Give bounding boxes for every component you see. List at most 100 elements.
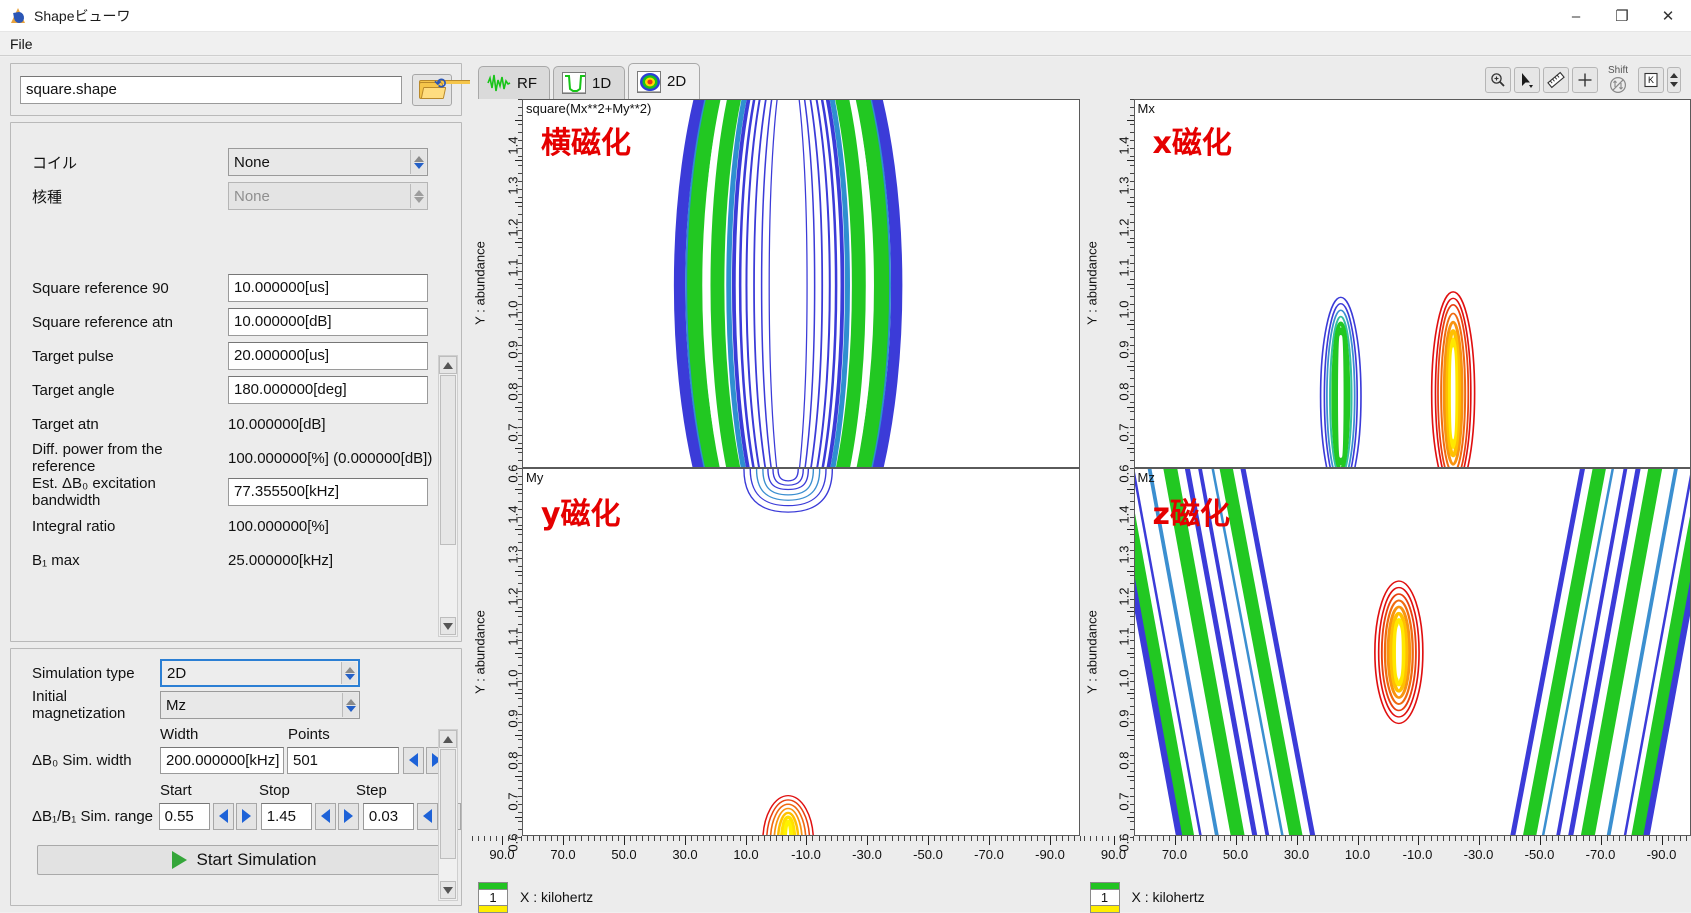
param-row-integral-ratio: Integral ratio 100.000000[%]: [11, 509, 461, 543]
ruler-icon: [1547, 71, 1565, 89]
x-tick-label: 30.0: [1284, 847, 1309, 862]
param-label: Target angle: [32, 382, 228, 399]
square-reference-atn-input[interactable]: 10.000000[dB]: [228, 308, 428, 336]
width-points-headers: Width Points: [11, 721, 461, 743]
menu-item-file[interactable]: File: [0, 34, 43, 54]
b1-step-decrement-button[interactable]: [417, 803, 438, 830]
maximize-button[interactable]: ❐: [1599, 0, 1645, 32]
y-tick-label: 1.1: [506, 259, 521, 277]
parameters-scrollbar[interactable]: [438, 355, 458, 637]
x-minor-tick: [740, 836, 741, 841]
spinner-arrows-icon[interactable]: [342, 693, 358, 717]
spinner-arrows-icon[interactable]: [410, 150, 426, 174]
plot-canvas-my[interactable]: My y磁化: [522, 468, 1080, 837]
y-tick-label: 1.1: [506, 627, 521, 645]
x-minor-tick: [995, 836, 996, 841]
plot-canvas-mz[interactable]: Mz z磁化: [1134, 468, 1691, 837]
scroll-down-button[interactable]: [440, 617, 456, 635]
b1-start-increment-button[interactable]: [236, 803, 257, 830]
x-tick: [928, 836, 929, 845]
tab-rf[interactable]: RF: [478, 66, 550, 99]
y-axis-title-mz: Y : abundance: [1084, 468, 1100, 837]
start-simulation-button[interactable]: Start Simulation: [37, 845, 451, 875]
x-tick: [746, 836, 747, 845]
x-minor-tick: [952, 836, 953, 841]
y-tick: [1127, 693, 1134, 694]
simulation-type-select[interactable]: 2D: [160, 659, 360, 687]
contour-level-spinner[interactable]: [1667, 67, 1681, 93]
page-indicator-bottom-bar: [1091, 905, 1119, 912]
x-minor-tick: [1279, 836, 1280, 841]
x-minor-tick: [1056, 836, 1057, 841]
x-minor-tick: [1504, 836, 1505, 841]
simulation-scrollbar[interactable]: [438, 729, 458, 901]
tab-1d[interactable]: 1D: [553, 66, 625, 99]
x-tick: [1236, 836, 1237, 845]
svg-text:K: K: [1648, 75, 1654, 85]
x-minor-tick: [1013, 836, 1014, 841]
b1-start-decrement-button[interactable]: [213, 803, 234, 830]
tab-2d[interactable]: 2D: [628, 63, 700, 99]
x-tick-label: 30.0: [672, 847, 697, 862]
scroll-down-button[interactable]: [440, 881, 456, 899]
x-minor-tick: [1467, 836, 1468, 841]
close-button[interactable]: ✕: [1645, 0, 1691, 32]
y-tick: [1127, 242, 1134, 243]
target-pulse-input[interactable]: 20.000000[us]: [228, 342, 428, 370]
b1-stop-input[interactable]: 1.45: [261, 803, 313, 830]
x-minor-tick: [1019, 836, 1020, 841]
target-angle-input[interactable]: 180.000000[deg]: [228, 376, 428, 404]
shift-tool-caption: Shift: [1608, 66, 1628, 76]
b1-stop-decrement-button[interactable]: [315, 803, 336, 830]
shape-file-input[interactable]: square.shape: [20, 76, 402, 104]
square-reference-90-input[interactable]: 10.000000[us]: [228, 274, 428, 302]
x-minor-tick: [1181, 836, 1182, 841]
x-minor-tick: [1068, 836, 1069, 841]
page-indicator-left[interactable]: 1: [478, 882, 508, 913]
select-tool-button[interactable]: [1514, 67, 1540, 93]
plot-my: Y : abundance 1.41.31.21.11.00.90.80.70.…: [472, 468, 1080, 837]
coil-select[interactable]: None: [228, 148, 428, 176]
x-minor-tick: [1309, 836, 1310, 841]
x-tick-row: [472, 836, 1080, 846]
scrollbar-thumb[interactable]: [440, 749, 456, 859]
plot-canvas-mx[interactable]: Mx x磁化: [1134, 99, 1691, 468]
initial-magnetization-select[interactable]: Mz: [160, 691, 360, 719]
crosshair-tool-button[interactable]: [1572, 67, 1598, 93]
shift-tool-button[interactable]: Shift: [1601, 65, 1635, 95]
x-minor-tick: [1589, 836, 1590, 841]
param-label: Integral ratio: [32, 518, 228, 535]
zoom-tool-button[interactable]: [1485, 67, 1511, 93]
open-file-button[interactable]: ⟲: [412, 74, 452, 106]
x-axis-footer-right: 1 X : kilohertz: [1084, 882, 1691, 912]
x-minor-tick: [691, 836, 692, 841]
scroll-up-button[interactable]: [439, 730, 457, 748]
x-minor-tick: [1649, 836, 1650, 841]
x-minor-tick: [581, 836, 582, 841]
b0-points-decrement-button[interactable]: [403, 747, 424, 774]
plot-mz: Y : abundance 1.41.31.21.11.00.90.80.70.…: [1084, 468, 1691, 837]
excitation-bandwidth-input[interactable]: 77.355500[kHz]: [228, 478, 428, 506]
ruler-tool-button[interactable]: [1543, 67, 1569, 93]
b1-step-input[interactable]: 0.03: [363, 803, 415, 830]
x-minor-tick: [1546, 836, 1547, 841]
minimize-button[interactable]: –: [1553, 0, 1599, 32]
page-indicator-top-bar: [479, 883, 507, 890]
b0-points-input[interactable]: 501: [287, 747, 399, 774]
spinner-arrows-icon: [1669, 71, 1679, 89]
spinner-arrows-icon: [410, 184, 426, 208]
b1-start-input[interactable]: 0.55: [159, 803, 211, 830]
x-minor-tick: [703, 836, 704, 841]
x-minor-tick: [1534, 836, 1535, 841]
x-minor-tick: [1370, 836, 1371, 841]
contour-level-button[interactable]: K: [1638, 67, 1664, 93]
scrollbar-thumb[interactable]: [440, 375, 456, 545]
spinner-arrows-icon[interactable]: [341, 662, 357, 684]
scroll-up-button[interactable]: [439, 356, 457, 374]
plot-canvas-transverse[interactable]: square(Mx**2+My**2) 横磁化: [522, 99, 1080, 468]
b0-width-input[interactable]: 200.000000[kHz]: [160, 747, 284, 774]
page-indicator-right[interactable]: 1: [1090, 882, 1120, 913]
b1-stop-increment-button[interactable]: [338, 803, 359, 830]
y-tick: [515, 284, 522, 285]
x-minor-tick: [496, 836, 497, 841]
